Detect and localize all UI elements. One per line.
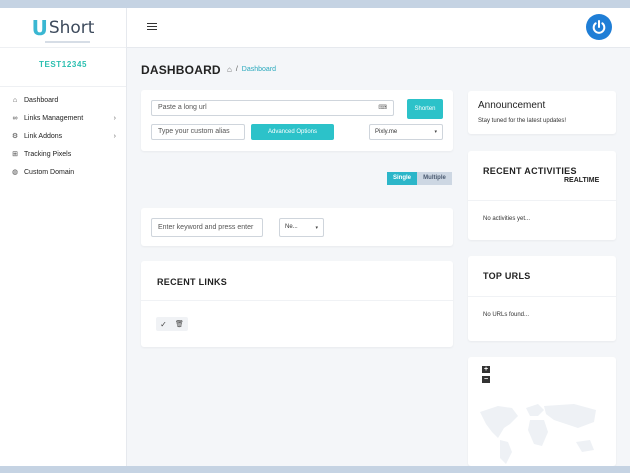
sidebar: U Short TEST12345 ⌂ Dashboard ∞ Links Manag…: [0, 8, 127, 466]
announcement-card: [468, 91, 616, 134]
caret-down-icon: ▾: [434, 129, 437, 135]
power-icon[interactable]: [586, 14, 612, 40]
single-mode-button[interactable]: Single: [387, 172, 417, 185]
gear-icon: ⚙: [11, 133, 19, 140]
logo-text: Short: [48, 17, 95, 38]
keyboard-icon[interactable]: ⌨: [378, 104, 387, 111]
logo-tagline: [45, 41, 90, 43]
shorten-button[interactable]: Shorten: [407, 99, 443, 119]
logo-mark: U: [31, 15, 48, 40]
realtime-label: REALTIME: [564, 177, 600, 184]
zoom-in-button[interactable]: +: [482, 366, 490, 373]
trash-icon[interactable]: 🗑: [175, 320, 184, 328]
url-input-placeholder: Paste a long url: [158, 104, 207, 111]
domain-select[interactable]: Pixly.me ▾: [369, 124, 443, 140]
top-urls-title: TOP URLS: [483, 271, 531, 281]
advanced-options-button[interactable]: Advanced Options: [251, 124, 334, 140]
hamburger-menu-icon[interactable]: [147, 23, 157, 32]
window-top-strip: [0, 0, 630, 8]
sidebar-item-links-management[interactable]: ∞ Links Management ›: [0, 109, 126, 127]
alias-input[interactable]: Type your custom alias: [151, 124, 245, 140]
sidebar-item-tracking-pixels[interactable]: ⊞ Tracking Pixels: [0, 145, 126, 163]
bulk-actions: ✓ 🗑: [156, 317, 188, 331]
caret-down-icon: ▾: [315, 225, 318, 231]
home-icon: ⌂: [12, 96, 18, 104]
divider: [468, 200, 616, 201]
divider: [468, 296, 616, 297]
link-icon: ∞: [12, 114, 18, 122]
page-title: DASHBOARD: [141, 63, 221, 77]
top-urls-empty-text: No URLs found...: [483, 312, 530, 318]
url-input[interactable]: Paste a long url ⌨: [151, 100, 394, 116]
activities-empty-text: No activities yet...: [483, 216, 531, 222]
breadcrumb: ⌂ / Dashboard: [227, 65, 276, 74]
sidebar-item-label: Links Management: [24, 114, 84, 122]
globe-icon: ◍: [11, 169, 19, 176]
multiple-mode-button[interactable]: Multiple: [417, 172, 452, 185]
sidebar-menu: ⌂ Dashboard ∞ Links Management › ⚙ Link Addons…: [0, 91, 126, 181]
logo[interactable]: U Short: [0, 8, 126, 48]
announcement-text: Stay tuned for the latest updates!: [478, 118, 567, 124]
sidebar-item-label: Custom Domain: [24, 168, 75, 176]
divider: [141, 300, 453, 301]
filter-select[interactable]: Ne... ▾: [279, 218, 324, 237]
topbar: [127, 8, 630, 48]
sidebar-item-label: Link Addons: [24, 132, 63, 140]
user-name[interactable]: TEST12345: [0, 48, 126, 86]
recent-links-card: [141, 261, 453, 347]
breadcrumb-home-icon[interactable]: ⌂: [227, 65, 232, 74]
zoom-out-button[interactable]: −: [482, 376, 490, 383]
sidebar-item-label: Tracking Pixels: [24, 150, 72, 158]
announcement-title: Announcement: [478, 100, 546, 111]
recent-links-title: RECENT LINKS: [157, 277, 228, 287]
window-bottom-strip: [0, 466, 630, 473]
menu-divider: [0, 86, 126, 87]
filter-select-value: Ne...: [285, 224, 298, 230]
keyword-search-input[interactable]: Enter keyword and press enter: [151, 218, 263, 237]
grid-icon: ⊞: [12, 151, 18, 158]
check-icon[interactable]: ✓: [160, 320, 167, 329]
recent-activities-card: [468, 151, 616, 240]
sidebar-item-label: Dashboard: [24, 96, 59, 104]
mode-toggle: Single Multiple: [387, 172, 452, 185]
sidebar-item-dashboard[interactable]: ⌂ Dashboard: [0, 91, 126, 109]
recent-activities-title: RECENT ACTIVITIES: [483, 166, 577, 176]
chevron-right-icon: ›: [113, 114, 116, 122]
sidebar-item-link-addons[interactable]: ⚙ Link Addons ›: [0, 127, 126, 145]
breadcrumb-separator: /: [235, 66, 238, 73]
domain-select-value: Pixly.me: [375, 129, 398, 135]
chevron-right-icon: ›: [113, 132, 116, 140]
sidebar-item-custom-domain[interactable]: ◍ Custom Domain: [0, 163, 126, 181]
top-urls-card: [468, 256, 616, 341]
world-map[interactable]: [478, 398, 608, 466]
breadcrumb-link[interactable]: Dashboard: [242, 66, 276, 73]
